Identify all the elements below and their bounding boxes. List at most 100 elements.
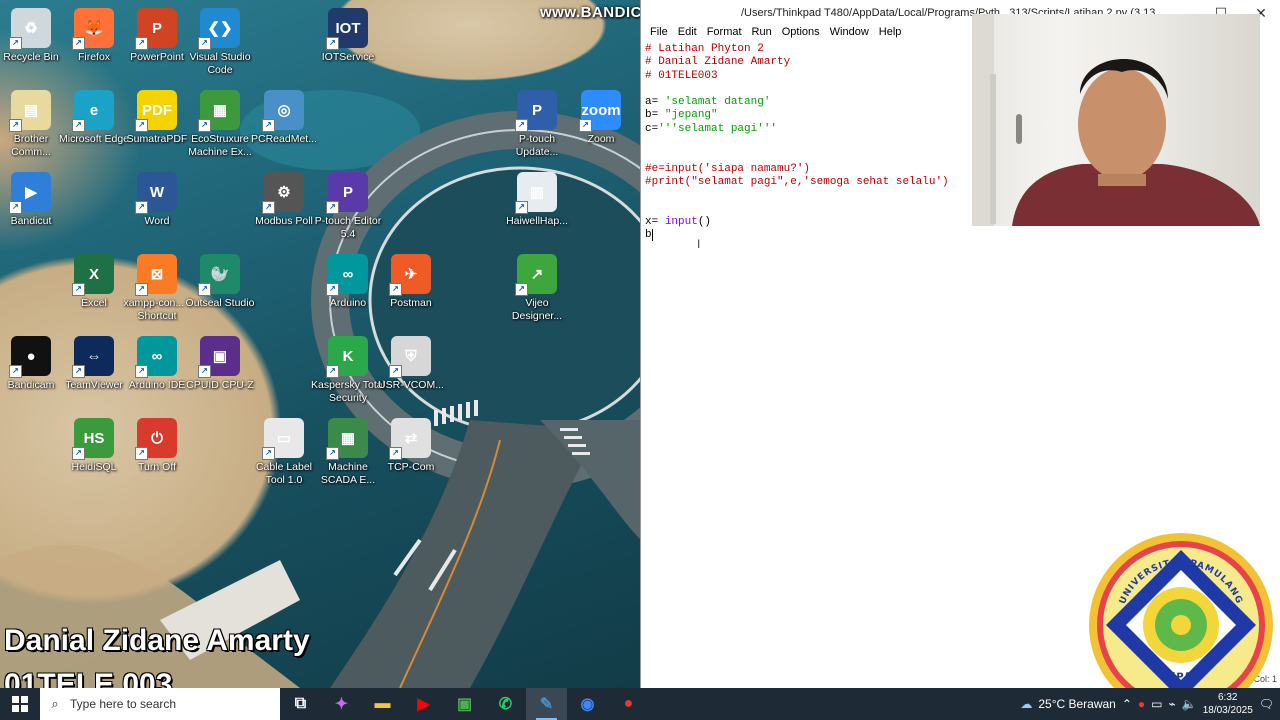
haiwell-icon: ▥ ↗	[515, 172, 557, 214]
zoom-icon: zoom ↗	[579, 90, 621, 132]
code-line-2: # Danial Zidane Amarty	[645, 56, 791, 69]
arduino-ide-icon: ∞ ↗	[135, 336, 177, 378]
task-view-icon: ⧉	[294, 695, 307, 712]
taskbar-bandicam-taskbar-button[interactable]: ●	[608, 688, 649, 720]
shortcut-arrow-icon: ↗	[326, 447, 339, 460]
desktop-icon-pcreadmet[interactable]: ◎ ↗ PCReadMet...	[246, 90, 322, 146]
desktop-icon-iot-service[interactable]: IOT ↗ IOTService	[310, 8, 386, 64]
start-button[interactable]	[0, 688, 40, 720]
menu-window[interactable]: Window	[825, 26, 874, 42]
network-icon[interactable]: ⌁	[1169, 697, 1176, 711]
word-icon: W ↗	[135, 172, 177, 214]
desktop-icon-label: Zoom	[587, 133, 615, 145]
clock-date: 18/03/2025	[1202, 705, 1253, 716]
taskbar-taskbar-app-button[interactable]: ▣	[444, 688, 485, 720]
desktop-icon-label: TCP-Com	[387, 461, 435, 473]
firefox-icon: 🦊 ↗	[72, 8, 114, 50]
shortcut-arrow-icon: ↗	[326, 283, 339, 296]
code-line-10: #e=input('siapa namamu?')	[645, 162, 811, 175]
taskbar-youtube-button[interactable]: ▶	[403, 688, 444, 720]
webcam-overlay	[972, 14, 1260, 226]
heidisql-icon: HS ↗	[72, 418, 114, 460]
taskbar-idle-button[interactable]: ✎	[526, 688, 567, 720]
search-icon: ⌕	[51, 696, 59, 711]
shortcut-arrow-icon: ↗	[326, 37, 339, 50]
outseal-icon: 🦭 ↗	[198, 254, 240, 296]
shortcut-arrow-icon: ↗	[72, 37, 85, 50]
shortcut-arrow-icon: ↗	[135, 119, 148, 132]
brother-icon: ▤ ↗	[9, 90, 51, 132]
menu-run[interactable]: Run	[747, 26, 777, 42]
desktop-icon-postman[interactable]: ✈ ↗ Postman	[373, 254, 449, 310]
menu-help[interactable]: Help	[874, 26, 907, 42]
taskbar-copilot-button[interactable]: ✦	[321, 688, 362, 720]
desktop-icon-outseal[interactable]: 🦭 ↗ Outseal Studio	[182, 254, 258, 310]
weather-icon[interactable]: ☁	[1020, 697, 1032, 711]
desktop-icon-haiwell[interactable]: ▥ ↗ HaiwellHap...	[499, 172, 575, 228]
battery-icon[interactable]: ▭	[1151, 697, 1162, 711]
weather-text[interactable]: 25°C Berawan	[1038, 697, 1116, 711]
shortcut-arrow-icon: ↗	[579, 119, 592, 132]
file-explorer-icon: ▬	[374, 695, 391, 712]
shortcut-arrow-icon: ↗	[135, 365, 148, 378]
menu-options[interactable]: Options	[777, 26, 825, 42]
ecostruxure-icon: ▦ ↗	[198, 90, 240, 132]
code-line-6-string: "jepang"	[664, 109, 718, 122]
overlay-name: Danial Zidane Amarty	[4, 624, 310, 657]
edge-icon: e ↗	[72, 90, 114, 132]
shortcut-arrow-icon: ↗	[326, 201, 339, 214]
shortcut-arrow-icon: ↗	[9, 37, 22, 50]
recycle-bin-icon: ♻ ↗	[9, 8, 51, 50]
shortcut-arrow-icon: ↗	[72, 447, 85, 460]
taskbar-chrome-button[interactable]: ◉	[567, 688, 608, 720]
desktop-icon-bandicut[interactable]: ▶ ↗ Bandicut	[0, 172, 69, 228]
taskbar-file-explorer-button[interactable]: ▬	[362, 688, 403, 720]
windows-logo-icon	[12, 696, 28, 712]
taskbar-apps: ⧉ ✦ ▬ ▶ ▣ ✆ ✎ ◉ ●	[280, 688, 649, 720]
pcreadmet-icon: ◎ ↗	[262, 90, 304, 132]
bandicam-icon: ● ↗	[9, 336, 51, 378]
desktop-icon-zoom[interactable]: zoom ↗ Zoom	[563, 90, 639, 146]
desktop-icon-tcp-com[interactable]: ⇄ ↗ TCP-Com	[373, 418, 449, 474]
volume-icon[interactable]: 🔈	[1182, 697, 1197, 711]
shortcut-arrow-icon: ↗	[262, 119, 275, 132]
menu-edit[interactable]: Edit	[673, 26, 702, 42]
mouse-ibeam-cursor-icon: I	[697, 237, 701, 251]
menu-format[interactable]: Format	[702, 26, 747, 42]
shortcut-arrow-icon: ↗	[389, 365, 402, 378]
desktop-icon-label: Vijeo Designer...	[511, 297, 563, 322]
usr-vcom-icon: ⛨ ↗	[389, 336, 431, 378]
chevron-up-icon[interactable]: ⌃	[1122, 697, 1132, 711]
desktop-icon-power-off[interactable]: ⏻ ↗ Turn Off	[119, 418, 195, 474]
desktop-icon-label: Bandicut	[10, 215, 52, 227]
desktop-icon-vijeo[interactable]: ↗ ↗ Vijeo Designer...	[499, 254, 575, 323]
shortcut-arrow-icon: ↗	[9, 365, 22, 378]
desktop-icon-usr-vcom[interactable]: ⛨ ↗ USR-VCOM...	[373, 336, 449, 392]
text-cursor	[651, 229, 660, 242]
desktop-icon-word[interactable]: W ↗ Word	[119, 172, 195, 228]
iot-service-icon: IOT ↗	[326, 8, 368, 50]
clock-time: 6:32	[1218, 692, 1238, 703]
desktop-icon-vscode[interactable]: ❮❯ ↗ Visual Studio Code	[182, 8, 258, 77]
taskbar-search-box[interactable]: ⌕ Type here to search	[40, 688, 280, 720]
code-area[interactable]: # Latihan Phyton 2 # Danial Zidane Amart…	[645, 43, 949, 242]
desktop-icon-ptouch-editor[interactable]: P ↗ P-touch Editor 5.4	[310, 172, 386, 241]
code-line-5-var: a=	[645, 96, 665, 109]
shortcut-arrow-icon: ↗	[515, 201, 528, 214]
shortcut-arrow-icon: ↗	[198, 119, 211, 132]
whatsapp-icon: ✆	[498, 696, 513, 713]
desktop-icon-cpuz[interactable]: ▣ ↗ CPUID CPU-Z	[182, 336, 258, 392]
notification-icon[interactable]: 🗨	[1259, 697, 1274, 711]
record-icon[interactable]: ●	[1138, 697, 1145, 711]
desktop-icon-label: IOTService	[321, 51, 375, 63]
teamviewer-icon: ⇔ ↗	[72, 336, 114, 378]
clock[interactable]: 6:32 18/03/2025	[1203, 691, 1253, 717]
shortcut-arrow-icon: ↗	[9, 119, 22, 132]
menu-file[interactable]: File	[645, 26, 673, 42]
shortcut-arrow-icon: ↗	[135, 37, 148, 50]
taskbar-whatsapp-button[interactable]: ✆	[485, 688, 526, 720]
power-off-icon: ⏻ ↗	[135, 418, 177, 460]
copilot-icon: ✦	[334, 696, 349, 713]
taskbar: ⌕ Type here to search ⧉ ✦ ▬ ▶ ▣ ✆ ✎ ◉ ● ☁ 25°C B…	[0, 688, 1280, 720]
taskbar-task-view-button[interactable]: ⧉	[280, 688, 321, 720]
